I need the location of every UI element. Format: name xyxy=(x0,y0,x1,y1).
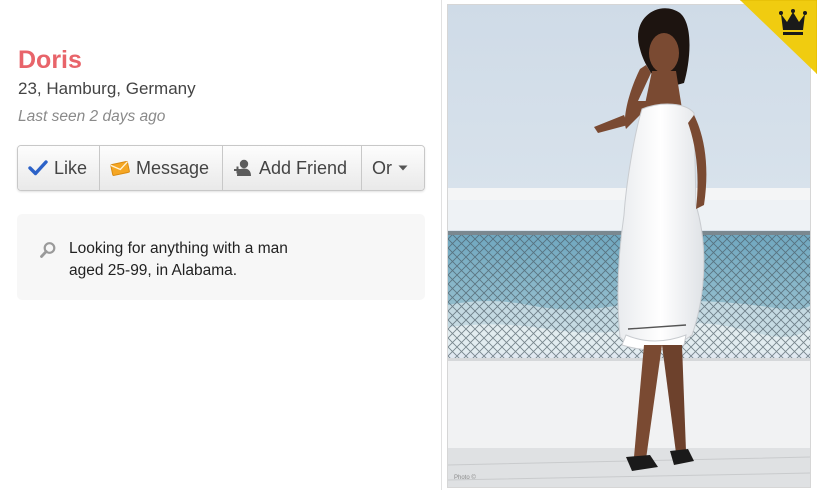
photo-watermark: Photo © xyxy=(454,475,476,481)
premium-crown-badge xyxy=(740,0,817,74)
envelope-icon xyxy=(110,161,130,176)
action-button-group: Like Message Add Friend Or xyxy=(17,145,425,191)
add-person-icon xyxy=(234,159,251,176)
like-label: Like xyxy=(54,157,88,178)
checkmark-icon xyxy=(28,160,48,176)
looking-for-line-2: aged 25-99, in Alabama. xyxy=(69,262,238,279)
message-button[interactable]: Message xyxy=(100,146,223,190)
photo-scene xyxy=(448,5,810,487)
add-friend-button[interactable]: Add Friend xyxy=(223,146,362,190)
profile-details: 23, Hamburg, Germany xyxy=(18,79,196,98)
column-divider xyxy=(441,0,442,490)
profile-name: Doris xyxy=(18,46,82,74)
add-friend-label: Add Friend xyxy=(259,157,348,178)
looking-for-line-1: Looking for anything with a man xyxy=(69,240,288,257)
more-options-dropdown[interactable]: Or xyxy=(362,146,424,190)
profile-photo[interactable]: Photo © xyxy=(447,4,811,488)
message-label: Message xyxy=(136,157,210,178)
search-icon xyxy=(40,242,56,258)
looking-for-panel: Looking for anything with a man aged 25-… xyxy=(17,214,425,300)
caret-down-icon xyxy=(398,165,408,171)
more-options-label: Or xyxy=(372,157,392,178)
like-button[interactable]: Like xyxy=(18,146,100,190)
looking-for-text: Looking for anything with a man aged 25-… xyxy=(69,238,369,282)
last-seen: Last seen 2 days ago xyxy=(18,108,166,125)
